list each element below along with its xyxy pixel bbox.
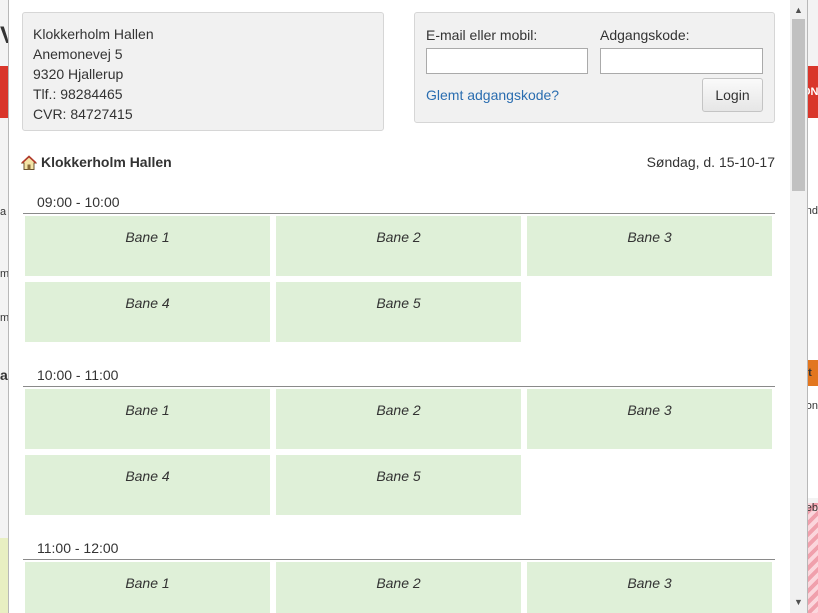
- court-cell[interactable]: Bane 1: [25, 562, 270, 613]
- address-cvr: CVR: 84727415: [33, 106, 133, 122]
- booking-modal: Klokkerholm Hallen Anemonevej 5 9320 Hja…: [8, 0, 808, 613]
- court-cell[interactable]: Bane 2: [276, 562, 521, 613]
- court-cell[interactable]: Bane 5: [276, 455, 521, 515]
- address-phone: Tlf.: 98284465: [33, 86, 123, 102]
- address-city: 9320 Hjallerup: [33, 66, 124, 82]
- arrow-up-icon[interactable]: ▲: [790, 2, 807, 19]
- time-slot: 11:00 - 12:00 Bane 1 Bane 2 Bane 3: [23, 540, 775, 613]
- venue-header: Klokkerholm Hallen Søndag, d. 15-10-17: [21, 153, 775, 173]
- slot-divider: [23, 559, 775, 560]
- court-cell[interactable]: Bane 3: [527, 562, 772, 613]
- court-cell[interactable]: Bane 4: [25, 455, 270, 515]
- modal-scrollbar[interactable]: ▲ ▼: [790, 0, 807, 613]
- background-fragment: a: [0, 206, 7, 218]
- venue-title: Klokkerholm Hallen: [41, 154, 172, 170]
- email-field[interactable]: [426, 48, 588, 74]
- slot-time: 09:00 - 10:00: [37, 194, 120, 210]
- court-cell[interactable]: Bane 3: [527, 216, 772, 276]
- venue-address-panel: Klokkerholm Hallen Anemonevej 5 9320 Hja…: [22, 12, 384, 131]
- background-red-banner-left: [0, 66, 8, 118]
- slot-time: 10:00 - 11:00: [37, 367, 119, 383]
- home-icon: [21, 155, 37, 170]
- modal-content: Klokkerholm Hallen Anemonevej 5 9320 Hja…: [9, 0, 790, 613]
- address-street: Anemonevej 5: [33, 46, 123, 62]
- court-cell[interactable]: Bane 5: [276, 282, 521, 342]
- forgot-password-link[interactable]: Glemt adgangskode?: [426, 87, 559, 103]
- slot-divider: [23, 386, 775, 387]
- time-slot: 10:00 - 11:00 Bane 1 Bane 2 Bane 3 Bane …: [23, 367, 775, 517]
- login-panel: E-mail eller mobil: Adgangskode: Glemt a…: [414, 12, 775, 123]
- address-name: Klokkerholm Hallen: [33, 26, 154, 42]
- court-cell[interactable]: Bane 1: [25, 216, 270, 276]
- slot-time: 11:00 - 12:00: [37, 540, 119, 556]
- background-fragment: a: [0, 367, 8, 383]
- time-slot: 09:00 - 10:00 Bane 1 Bane 2 Bane 3 Bane …: [23, 194, 775, 344]
- booking-date: Søndag, d. 15-10-17: [646, 154, 775, 170]
- password-field[interactable]: [600, 48, 763, 74]
- password-label: Adgangskode:: [600, 27, 690, 43]
- slot-divider: [23, 213, 775, 214]
- court-cell[interactable]: Bane 4: [25, 282, 270, 342]
- scrollbar-thumb[interactable]: [792, 19, 805, 191]
- court-cell[interactable]: Bane 2: [276, 216, 521, 276]
- court-cell[interactable]: Bane 1: [25, 389, 270, 449]
- email-label: E-mail eller mobil:: [426, 27, 538, 43]
- arrow-down-icon[interactable]: ▼: [790, 594, 807, 611]
- login-button[interactable]: Login: [702, 78, 763, 112]
- court-cell[interactable]: Bane 3: [527, 389, 772, 449]
- court-cell[interactable]: Bane 2: [276, 389, 521, 449]
